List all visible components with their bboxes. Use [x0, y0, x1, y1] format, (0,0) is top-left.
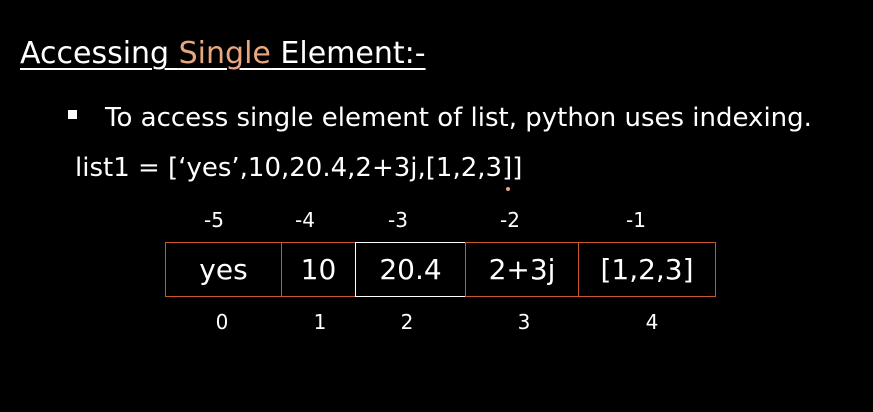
positive-index-label: 0: [215, 310, 229, 334]
title-suffix: Element:-: [270, 36, 426, 71]
title-accent-word: Single: [178, 36, 271, 71]
slide: Accessing Single Element:- To access sin…: [0, 0, 873, 412]
list-cell: [1,2,3]: [578, 242, 716, 297]
list-cell: 2+3j: [465, 242, 579, 297]
positive-index-label: 4: [645, 310, 659, 334]
negative-index-label: -3: [388, 208, 408, 232]
square-bullet-icon: [68, 110, 77, 119]
negative-index-label: -2: [500, 208, 520, 232]
negative-index-label: -5: [204, 208, 224, 232]
negative-index-label: -1: [626, 208, 646, 232]
positive-index-label: 2: [400, 310, 414, 334]
bullet-point: To access single element of list, python…: [68, 100, 812, 136]
code-example: list1 = [‘yes’,10,20.4,2+3j,[1,2,3]]: [75, 153, 523, 183]
list-cell: 10: [281, 242, 356, 297]
bullet-text: To access single element of list, python…: [105, 103, 812, 133]
list-cell: 20.4: [355, 242, 466, 297]
positive-index-label: 1: [313, 310, 327, 334]
slide-title: Accessing Single Element:-: [20, 34, 426, 74]
positive-index-label: 3: [517, 310, 531, 334]
negative-index-label: -4: [295, 208, 315, 232]
list-cell: yes: [165, 242, 282, 297]
cursor-dot: [506, 187, 510, 191]
title-prefix: Accessing: [20, 36, 179, 71]
